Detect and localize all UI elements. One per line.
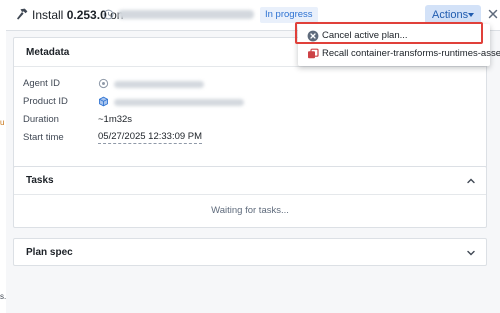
plan-spec-title: Plan spec: [26, 247, 73, 258]
hammer-icon: [17, 8, 28, 20]
duration-value: ~1m32s: [98, 114, 133, 125]
redacted-environment: [118, 10, 254, 19]
divider: [14, 194, 486, 195]
agent-icon: [98, 78, 109, 89]
menu-item-recall[interactable]: Recall container-transforms-runtimes-ass…: [302, 46, 500, 62]
clock-icon: [103, 9, 114, 20]
start-time-label: Start time: [23, 132, 64, 143]
duration-label: Duration: [23, 114, 59, 125]
redacted-product-id: [114, 99, 244, 106]
tasks-section: Tasks Waiting for tasks...: [13, 166, 487, 228]
caret-down-icon: [468, 13, 474, 17]
title-prefix: Install: [32, 8, 64, 22]
background-fragment: u: [0, 118, 5, 127]
waiting-message: Waiting for tasks...: [211, 205, 289, 216]
close-icon[interactable]: [487, 8, 499, 20]
start-time-value[interactable]: 05/27/2025 12:33:09 PM: [98, 131, 203, 144]
redacted-agent-id: [114, 81, 204, 88]
actions-label: Actions: [432, 9, 469, 21]
plan-spec-section[interactable]: Plan spec: [13, 238, 487, 266]
cube-icon: [99, 96, 108, 107]
divider: [14, 66, 486, 67]
menu-item-label: Recall container-transforms-runtimes-ass…: [322, 48, 500, 59]
chevron-down-icon[interactable]: [466, 248, 476, 258]
product-id-label: Product ID: [23, 96, 68, 107]
highlight-box: [295, 22, 483, 44]
chevron-up-icon[interactable]: [466, 176, 476, 186]
status-badge: In progress: [260, 7, 318, 23]
metadata-title: Metadata: [26, 47, 70, 58]
install-dialog: Install 0.253.0 on In progress Actions M…: [6, 0, 500, 313]
tasks-title: Tasks: [26, 175, 54, 186]
version-number: 0.253.0: [66, 8, 107, 22]
recall-icon: [308, 48, 319, 59]
agent-id-label: Agent ID: [23, 78, 60, 89]
